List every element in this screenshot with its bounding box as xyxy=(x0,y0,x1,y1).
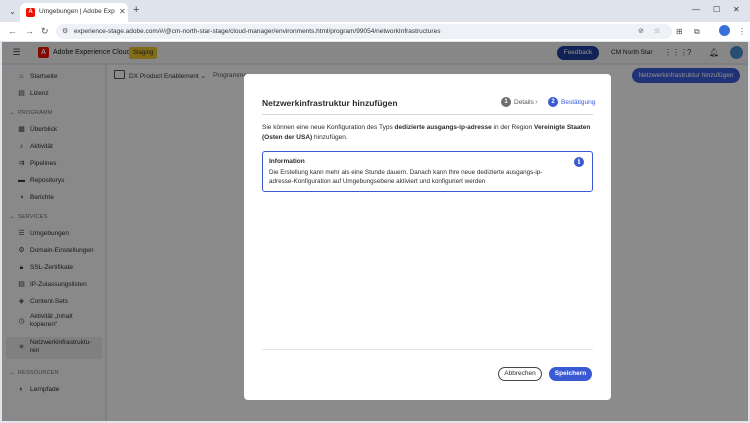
close-icon[interactable]: ✕ xyxy=(119,7,126,16)
step-number: 2 xyxy=(548,97,558,107)
footer-divider xyxy=(262,349,593,350)
step-label: Details xyxy=(514,99,534,106)
new-tab-plus-icon[interactable]: + xyxy=(133,4,139,16)
url-text: experience-stage.adobe.com/#/@cm-north-s… xyxy=(74,28,441,35)
info-icon: i xyxy=(574,157,584,167)
address-bar[interactable]: ⚙ experience-stage.adobe.com/#/@cm-north… xyxy=(56,24,672,39)
tab-title: Umgebungen | Adobe Experience xyxy=(39,8,115,15)
forward-arrow-icon[interactable]: → xyxy=(25,25,34,38)
dialog-description: Sie können eine neue Konfiguration des T… xyxy=(262,123,592,142)
window-close-icon[interactable]: ✕ xyxy=(733,4,740,16)
eye-off-icon[interactable]: ⊘ xyxy=(638,27,644,36)
dialog-title: Netzwerkinfrastruktur hinzufügen xyxy=(262,98,398,108)
body-text: in der Region xyxy=(491,124,534,131)
add-network-infrastructure-dialog: Netzwerkinfrastruktur hinzufügen 1 Detai… xyxy=(244,74,611,400)
step-number: 1 xyxy=(501,97,511,107)
adobe-favicon-icon: A xyxy=(26,8,35,17)
info-text: Die Erstellung kann mehr als eine Stunde… xyxy=(269,169,543,185)
divider xyxy=(262,114,593,115)
site-info-icon[interactable]: ⚙ xyxy=(62,26,68,37)
info-alert: Information Die Erstellung kann mehr als… xyxy=(262,151,593,192)
step-bestaetigung: 2 Bestätigung xyxy=(548,97,598,108)
config-type: dedizierte ausgangs-ip-adresse xyxy=(394,124,492,131)
reload-icon[interactable]: ↻ xyxy=(41,25,49,38)
save-button[interactable]: Speichern xyxy=(549,367,592,381)
step-label: Bestätigung xyxy=(561,99,596,106)
info-title: Information xyxy=(269,158,305,165)
cancel-button[interactable]: Abbrechen xyxy=(498,367,542,381)
tab-list-chevron-icon[interactable]: ⌄ xyxy=(6,5,19,18)
body-text: Sie können eine neue Konfiguration des T… xyxy=(262,124,395,131)
chevron-right-icon: › xyxy=(535,97,538,106)
step-details: 1 Details xyxy=(501,97,535,108)
translate-icon[interactable]: ⊞ xyxy=(676,26,683,37)
browser-toolbar: ← → ↻ ⚙ experience-stage.adobe.com/#/@cm… xyxy=(0,22,750,41)
more-menu-icon[interactable]: ⋮ xyxy=(738,26,746,37)
browser-tab-bar: ⌄ A Umgebungen | Adobe Experience ✕ + — … xyxy=(0,0,750,22)
minimize-icon[interactable]: — xyxy=(692,4,700,16)
extensions-icon[interactable]: ⧉ xyxy=(694,26,700,37)
body-text: hinzufügen. xyxy=(312,133,348,141)
browser-profile-avatar[interactable] xyxy=(719,25,730,36)
browser-tab[interactable]: A Umgebungen | Adobe Experience ✕ xyxy=(20,3,128,22)
maximize-icon[interactable]: ☐ xyxy=(713,4,720,16)
back-arrow-icon[interactable]: ← xyxy=(8,25,17,38)
bookmark-star-icon[interactable]: ☆ xyxy=(654,27,660,36)
